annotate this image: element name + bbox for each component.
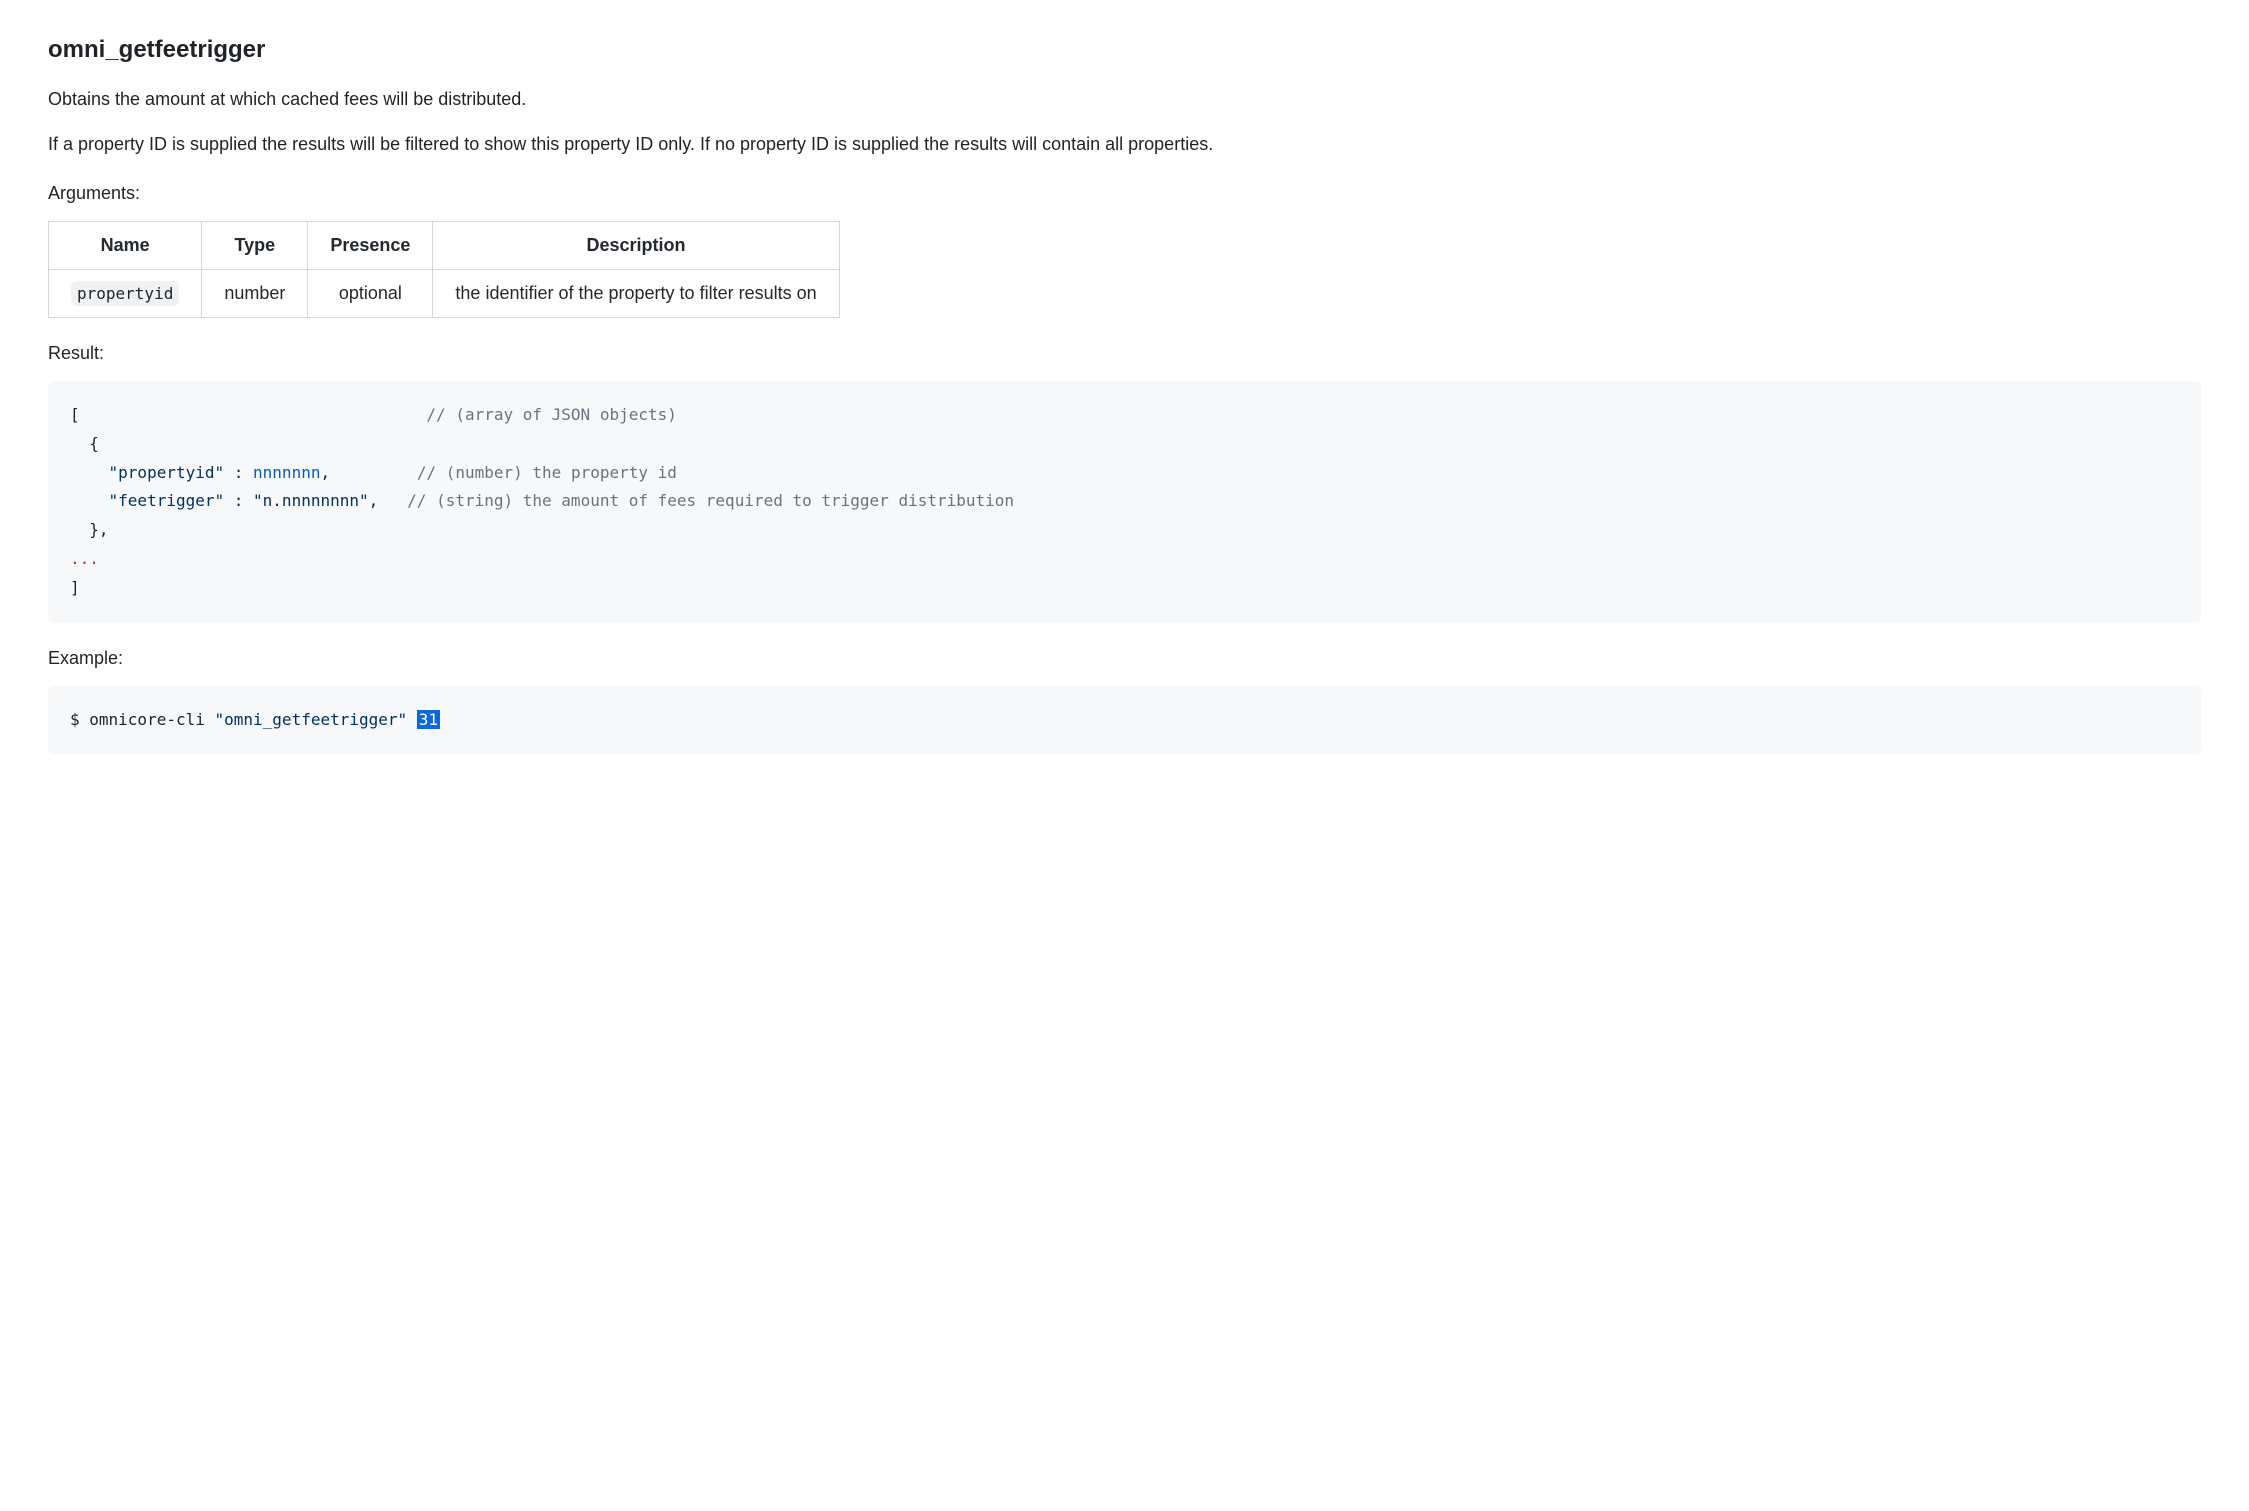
code-comment: // (array of JSON objects) — [426, 405, 676, 424]
code-token: ] — [70, 578, 80, 597]
code-value: nnnnnnn — [253, 463, 320, 482]
code-space — [407, 710, 417, 729]
code-arg-highlighted: 31 — [417, 710, 440, 729]
result-code-block: [ // (array of JSON objects) { "property… — [48, 381, 2201, 623]
table-header-row: Name Type Presence Description — [49, 222, 840, 270]
code-token: { — [70, 434, 99, 453]
page-title: omni_getfeetrigger — [48, 32, 2201, 68]
example-label: Example: — [48, 645, 2201, 672]
result-label: Result: — [48, 340, 2201, 367]
table-row: propertyid number optional the identifie… — [49, 270, 840, 318]
arg-name-cell: propertyid — [49, 270, 202, 318]
description-paragraph-1: Obtains the amount at which cached fees … — [48, 86, 2201, 113]
description-paragraph-2: If a property ID is supplied the results… — [48, 131, 2201, 158]
code-key: "feetrigger" — [109, 491, 225, 510]
code-key: "propertyid" — [109, 463, 225, 482]
code-comment: // (number) the property id — [417, 463, 677, 482]
code-command: omnicore-cli — [89, 710, 214, 729]
code-token: [ — [70, 405, 80, 424]
code-ellipsis: ... — [70, 549, 99, 568]
col-name-header: Name — [49, 222, 202, 270]
code-token: }, — [70, 520, 109, 539]
code-comment: // (string) the amount of fees required … — [407, 491, 1014, 510]
col-description-header: Description — [433, 222, 839, 270]
arguments-table: Name Type Presence Description propertyi… — [48, 221, 840, 318]
code-prompt: $ — [70, 710, 89, 729]
arg-type-cell: number — [202, 270, 308, 318]
code-token: , — [320, 463, 330, 482]
col-type-header: Type — [202, 222, 308, 270]
arg-name-code: propertyid — [71, 281, 179, 306]
arg-description-cell: the identifier of the property to filter… — [433, 270, 839, 318]
arguments-label: Arguments: — [48, 180, 2201, 207]
code-token: , — [369, 491, 379, 510]
code-token: : — [224, 463, 253, 482]
code-arg: "omni_getfeetrigger" — [215, 710, 408, 729]
col-presence-header: Presence — [308, 222, 433, 270]
code-token: : — [224, 491, 253, 510]
example-code-block: $ omnicore-cli "omni_getfeetrigger" 31 — [48, 686, 2201, 755]
arg-presence-cell: optional — [308, 270, 433, 318]
code-value: "n.nnnnnnnn" — [253, 491, 369, 510]
